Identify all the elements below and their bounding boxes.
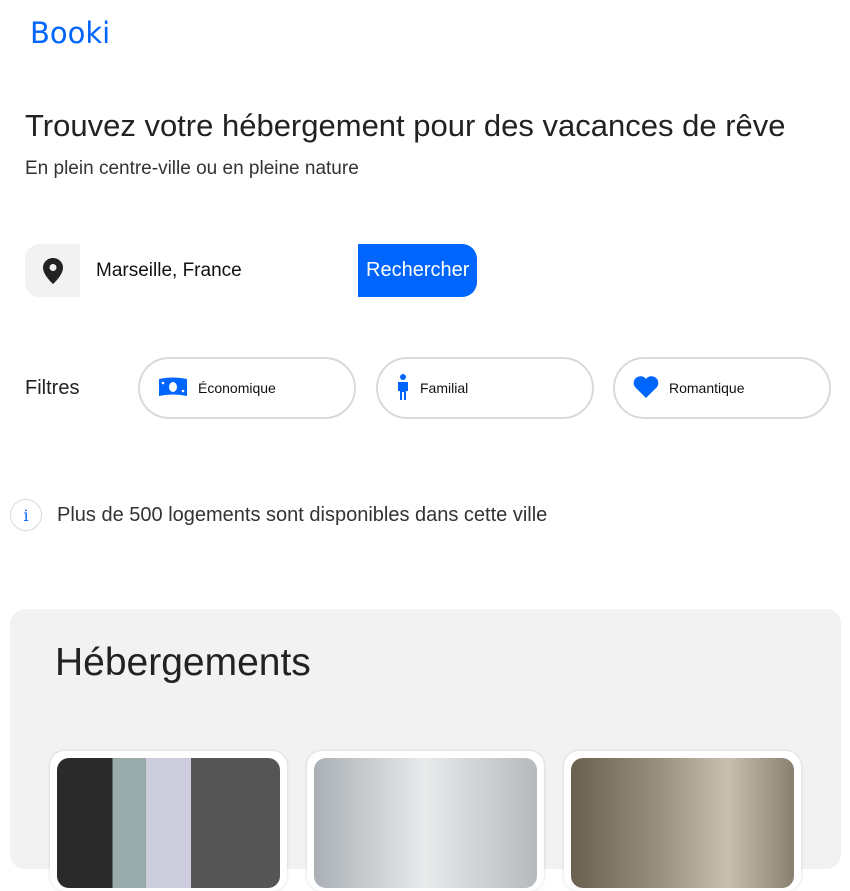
logo[interactable]: Booki (30, 16, 110, 50)
accommodation-image (571, 758, 794, 888)
person-icon (396, 373, 410, 403)
page-subtitle: En plein centre-ville ou en pleine natur… (25, 158, 359, 179)
accommodation-image (314, 758, 537, 888)
filter-economique[interactable]: Économique (138, 357, 356, 419)
search-button[interactable]: Rechercher (358, 244, 478, 297)
info-banner: i Plus de 500 logements sont disponibles… (10, 499, 547, 531)
location-pin-icon (25, 244, 80, 297)
filter-romantique[interactable]: Romantique (613, 357, 831, 419)
accommodation-image (57, 758, 280, 888)
heart-icon (633, 375, 659, 402)
search-input[interactable]: Marseille, France (80, 244, 358, 297)
info-text: Plus de 500 logements sont disponibles d… (57, 503, 548, 526)
filter-label: Économique (198, 380, 276, 396)
search-bar: Marseille, France Rechercher (25, 244, 478, 297)
money-icon (158, 376, 188, 401)
accommodations-section: Hébergements (10, 609, 841, 891)
info-icon: i (10, 499, 42, 531)
section-title: Hébergements (55, 641, 311, 684)
filters-label: Filtres (25, 377, 80, 399)
filter-label: Familial (420, 380, 469, 396)
accommodation-card[interactable] (564, 751, 801, 891)
filter-label: Romantique (669, 380, 745, 396)
accommodation-card[interactable] (307, 751, 544, 891)
accommodation-card[interactable] (50, 751, 287, 891)
page-title: Trouvez votre hébergement pour des vacan… (25, 108, 786, 143)
filter-familial[interactable]: Familial (376, 357, 594, 419)
